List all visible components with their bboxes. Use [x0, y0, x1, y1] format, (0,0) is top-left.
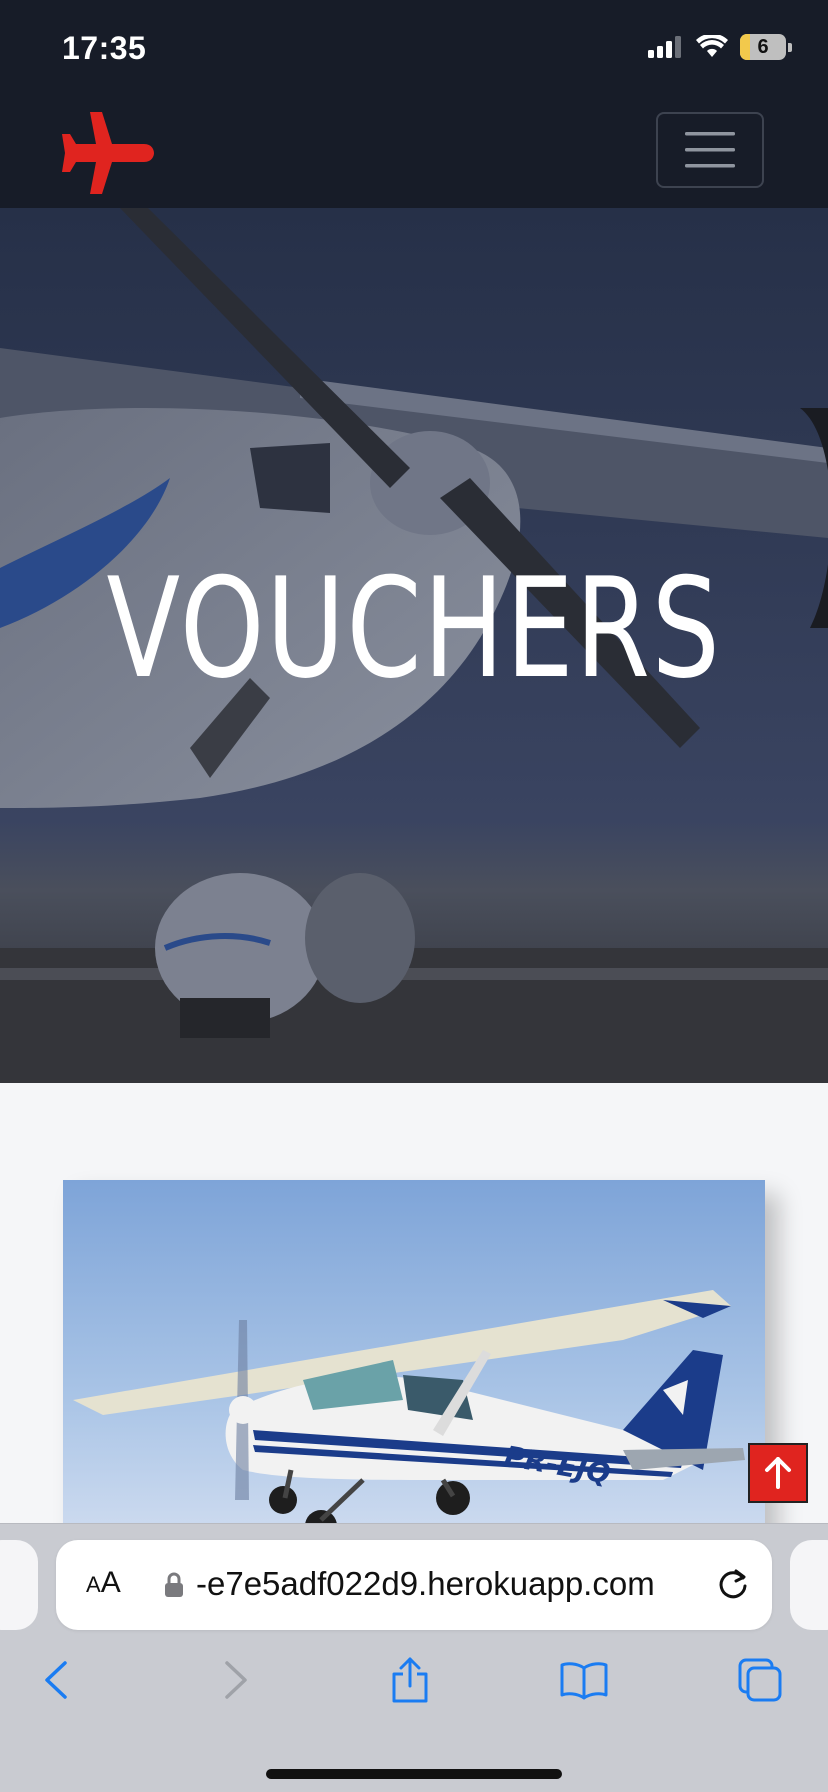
browser-toolbar	[0, 1640, 828, 1720]
browser-chrome: AA -e7e5adf022d9.herokuapp.com	[0, 1523, 828, 1792]
tabs-button[interactable]	[730, 1650, 790, 1710]
signal-icon	[648, 36, 681, 58]
battery-icon: 6	[740, 34, 792, 60]
back-icon	[45, 1661, 67, 1699]
arrow-up-icon	[765, 1457, 791, 1489]
wifi-icon	[696, 35, 728, 57]
scroll-to-top-button[interactable]	[748, 1443, 808, 1503]
share-icon	[392, 1657, 428, 1703]
status-bar: 17:35 6	[0, 0, 828, 100]
reload-icon[interactable]	[716, 1566, 750, 1602]
forward-button[interactable]	[206, 1650, 266, 1710]
text-size-button[interactable]: AA	[86, 1566, 121, 1600]
airplane-logo-icon[interactable]	[60, 110, 154, 196]
bookmarks-button[interactable]	[554, 1650, 614, 1710]
back-button[interactable]	[26, 1650, 86, 1710]
cessna-in-flight-image: PR-EJQ	[73, 1290, 745, 1540]
menu-toggle-button[interactable]	[656, 112, 764, 188]
address-bar[interactable]: AA -e7e5adf022d9.herokuapp.com	[56, 1540, 772, 1630]
bookmarks-icon	[560, 1662, 608, 1700]
status-icons: 6	[648, 34, 792, 60]
content-section: PR-EJQ	[0, 1083, 828, 1540]
hero-banner: VOUCHERS	[0, 208, 828, 1083]
previous-tab-preview[interactable]	[0, 1540, 38, 1630]
page: 17:35 6 VOUCHERS PR-EJQ AA -e7e5adf022d9…	[0, 0, 828, 1792]
lock-icon	[165, 1572, 183, 1597]
share-button[interactable]	[380, 1650, 440, 1710]
voucher-image: PR-EJQ	[63, 1180, 765, 1540]
home-indicator	[266, 1769, 562, 1779]
url-text[interactable]: -e7e5adf022d9.herokuapp.com	[196, 1565, 655, 1603]
navbar	[0, 100, 828, 208]
battery-level: 6	[757, 35, 769, 58]
status-time: 17:35	[62, 30, 147, 66]
next-tab-preview[interactable]	[790, 1540, 828, 1630]
hero-title: VOUCHERS	[106, 548, 722, 709]
forward-icon	[225, 1661, 247, 1699]
tabs-icon	[738, 1658, 782, 1702]
hamburger-menu-icon	[685, 132, 735, 168]
